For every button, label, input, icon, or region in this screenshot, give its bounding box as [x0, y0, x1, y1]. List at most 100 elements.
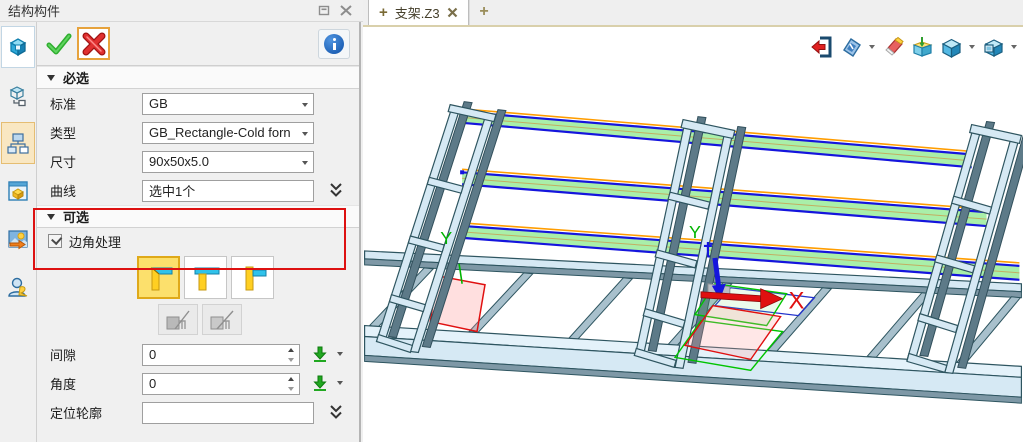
section-header-required[interactable]: 必选 [37, 66, 359, 89]
sidebar-item-assembly-manager[interactable] [1, 122, 35, 164]
view-plane-icon [840, 36, 863, 59]
axis-label-y-left: Y [440, 228, 452, 248]
pin-box-button[interactable] [909, 34, 935, 60]
standard-label: 标准 [50, 94, 76, 113]
corner-treatment-row: 边角处理 [37, 228, 359, 254]
close-panel-icon[interactable] [339, 5, 353, 17]
selected-rail-top[interactable] [457, 109, 972, 168]
eraser-icon [882, 36, 905, 59]
info-icon [324, 34, 344, 54]
exit-button[interactable] [809, 34, 835, 60]
field-row-gap: 间隙 0 [37, 340, 359, 369]
corner-treatment-label: 边角处理 [69, 232, 121, 251]
green-download-icon [311, 345, 329, 363]
angle-input[interactable]: 0 [142, 373, 300, 395]
close-tab-icon[interactable] [447, 7, 458, 18]
angle-label: 角度 [50, 374, 76, 393]
sidebar-item-view-manager[interactable] [1, 170, 35, 212]
trim-first-icon [165, 309, 191, 331]
green-download-icon [311, 374, 329, 392]
trim-buttons [37, 304, 359, 340]
sidebar-icon-strip [0, 22, 37, 442]
miter-corner-icon [143, 262, 175, 294]
document-tab-bar: + 支架.Z3 + [363, 0, 1023, 27]
panel-titlebar: 结构构件 [0, 0, 363, 22]
axis-label-y-center: Y [689, 222, 701, 242]
section-title: 可选 [63, 207, 89, 226]
corner-butt-vertical-button[interactable] [231, 256, 274, 299]
viewport-region: + 支架.Z3 + [363, 0, 1023, 442]
gap-import-button[interactable] [309, 343, 331, 365]
panel-title: 结构构件 [0, 1, 60, 20]
view-orientation-button[interactable] [838, 34, 864, 60]
profile-expand-button[interactable] [327, 402, 345, 422]
window-cube-icon [6, 179, 30, 203]
float-panel-icon[interactable] [317, 5, 331, 17]
size-label: 尺寸 [50, 152, 76, 171]
corner-miter-button[interactable] [137, 256, 180, 299]
gap-input[interactable]: 0 [142, 344, 300, 366]
angle-import-button[interactable] [309, 372, 331, 394]
window-display-button[interactable] [980, 34, 1006, 60]
spin-down-icon[interactable] [283, 384, 298, 394]
3d-model-scene[interactable]: X Y Y [363, 29, 1023, 442]
panel-window-buttons [317, 5, 363, 17]
action-button-row [37, 22, 359, 66]
angle-value: 0 [149, 376, 156, 391]
document-tab[interactable]: + 支架.Z3 [368, 0, 469, 25]
type-label: 类型 [50, 123, 76, 142]
trim-second-button[interactable] [202, 304, 242, 335]
gap-import-caret-icon[interactable] [337, 352, 343, 356]
trim-first-button[interactable] [158, 304, 198, 335]
eraser-button[interactable] [880, 34, 906, 60]
gap-label: 间隙 [50, 345, 76, 364]
corner-butt-horizontal-button[interactable] [184, 256, 227, 299]
curves-input[interactable]: 选中1个 [142, 180, 314, 202]
profile-label: 定位轮廓 [50, 403, 102, 422]
application-window: 结构构件 [0, 0, 1023, 442]
structural-member-panel: 必选 标准 GB 类型 GB_Rectangle-Cold forn 尺寸 [37, 22, 361, 442]
size-dropdown[interactable]: 90x50x5.0 [142, 151, 314, 173]
sidebar-item-role-manager[interactable] [1, 266, 35, 308]
view-orientation-caret-icon[interactable] [867, 34, 877, 60]
axis-label-x: X [789, 288, 805, 315]
window-display-caret-icon[interactable] [1009, 34, 1019, 60]
collapse-arrow-icon [47, 214, 55, 220]
info-button[interactable] [318, 29, 350, 59]
sidebar-item-visualize-manager[interactable] [1, 218, 35, 260]
standard-dropdown[interactable]: GB [142, 93, 314, 115]
field-row-standard: 标准 GB [37, 89, 359, 118]
spin-up-icon[interactable] [283, 346, 298, 356]
section-title: 必选 [63, 68, 89, 87]
sidebar-item-shape-tab[interactable] [1, 26, 35, 68]
cube-icon [940, 36, 963, 59]
isometric-view-caret-icon[interactable] [967, 34, 977, 60]
cancel-button[interactable] [77, 27, 110, 60]
check-icon [46, 31, 72, 57]
pin-box-icon [911, 36, 934, 59]
curves-expand-button[interactable] [327, 180, 345, 200]
chevron-down-icon [302, 161, 308, 165]
new-tab-button[interactable]: + [469, 0, 499, 25]
sidebar-item-wireframe-manager[interactable] [1, 74, 35, 116]
isometric-view-button[interactable] [938, 34, 964, 60]
size-value: 90x50x5.0 [149, 154, 209, 169]
section-header-optional[interactable]: 可选 [37, 205, 359, 228]
angle-import-caret-icon[interactable] [337, 381, 343, 385]
profile-input[interactable] [142, 402, 314, 424]
field-row-curves: 曲线 选中1个 [37, 176, 359, 205]
tab-plus-icon: + [379, 4, 388, 21]
trim-second-icon [209, 309, 235, 331]
spin-down-icon[interactable] [283, 355, 298, 365]
wireframe-cube-icon [6, 83, 30, 107]
type-dropdown[interactable]: GB_Rectangle-Cold forn [142, 122, 314, 144]
render-image-icon [6, 227, 30, 251]
model-canvas[interactable]: X Y Y [363, 29, 1023, 442]
chevron-down-icon [302, 132, 308, 136]
collapse-arrow-icon [47, 75, 55, 81]
corner-treatment-checkbox[interactable] [48, 234, 62, 248]
gap-value: 0 [149, 347, 156, 362]
curves-label: 曲线 [50, 181, 76, 200]
ok-button[interactable] [42, 27, 75, 60]
spin-up-icon[interactable] [283, 375, 298, 385]
